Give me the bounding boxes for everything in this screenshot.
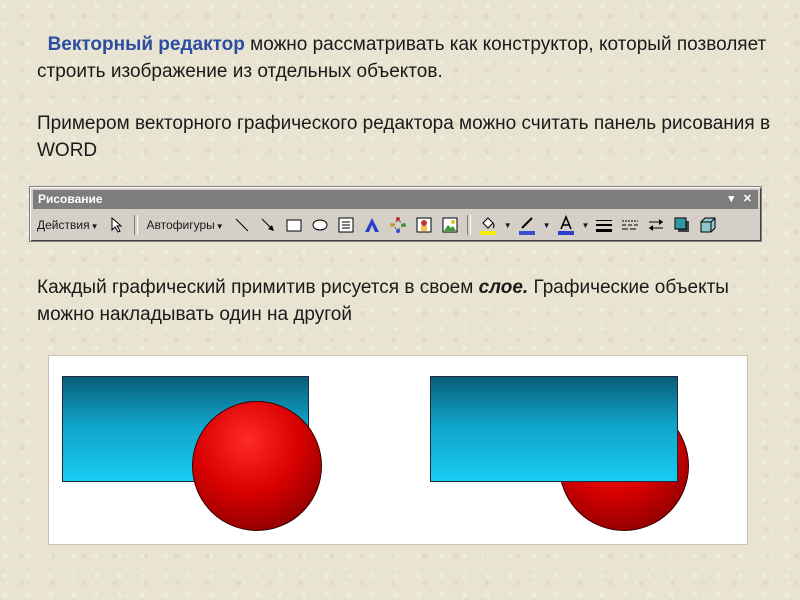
line-icon [235, 218, 249, 232]
toolbar-title: Рисование [38, 192, 103, 206]
vector-editor-term: Векторный редактор [47, 34, 245, 55]
font-color-dropdown-icon[interactable]: ▼ [582, 221, 590, 230]
layer-term: слое. [478, 277, 529, 298]
intro-paragraph: Векторный редактор можно рассматривать к… [37, 31, 787, 85]
textbox-button[interactable] [335, 214, 357, 236]
font-color-button[interactable] [555, 214, 577, 236]
toolbar-buttons-row: Действия▼ Автофигуры▼ ▼ ▼ ▼ [34, 213, 757, 237]
layer-overlap-illustration [48, 355, 748, 545]
picture-icon [442, 217, 458, 233]
oval-icon [312, 219, 328, 231]
right-rectangle [430, 376, 678, 482]
layers-paragraph-text-1: Каждый графический примитив рисуется в с… [37, 277, 479, 298]
diagram-button[interactable] [387, 214, 409, 236]
textbox-icon [338, 217, 354, 233]
toolbar-title-bar[interactable]: Рисование ▾ ✕ [33, 190, 758, 209]
drawing-toolbar: Рисование ▾ ✕ Действия▼ Автофигуры▼ ▼ ▼ … [29, 186, 762, 242]
oval-button[interactable] [309, 214, 331, 236]
close-icon[interactable]: ✕ [743, 190, 752, 209]
dropdown-arrow-icon: ▼ [90, 222, 99, 231]
line-style-button[interactable] [593, 214, 615, 236]
clipart-button[interactable] [413, 214, 435, 236]
brush-icon [518, 217, 535, 235]
actions-menu-label: Действия [37, 218, 90, 232]
wordart-button[interactable] [361, 214, 383, 236]
pointer-arrow-icon [111, 217, 122, 233]
line-button[interactable] [231, 214, 253, 236]
3d-cube-icon [700, 217, 716, 233]
dash-style-icon [622, 220, 639, 230]
fill-color-dropdown-icon[interactable]: ▼ [504, 221, 512, 230]
3d-style-button[interactable] [697, 214, 719, 236]
dash-style-button[interactable] [619, 214, 641, 236]
font-color-icon [557, 215, 574, 235]
toolbar-separator [466, 215, 471, 235]
toolbar-options-icon[interactable]: ▾ [728, 190, 734, 209]
arrow-button[interactable] [257, 214, 279, 236]
dropdown-arrow-icon: ▼ [215, 222, 224, 231]
arrow-style-button[interactable] [645, 214, 667, 236]
clipart-icon [416, 217, 432, 233]
insert-picture-button[interactable] [439, 214, 461, 236]
arrow-style-icon [649, 219, 664, 231]
toolbar-separator [133, 215, 138, 235]
fill-color-button[interactable] [477, 214, 499, 236]
autoshapes-menu-button[interactable]: Автофигуры▼ [144, 218, 227, 232]
rectangle-icon [286, 219, 302, 232]
paint-bucket-icon [479, 217, 496, 235]
rectangle-button[interactable] [283, 214, 305, 236]
actions-menu-button[interactable]: Действия▼ [34, 218, 102, 232]
layers-paragraph: Каждый графический примитив рисуется в с… [37, 274, 787, 328]
line-color-dropdown-icon[interactable]: ▼ [543, 221, 551, 230]
diagram-icon [389, 217, 406, 233]
select-arrow-button[interactable] [106, 214, 128, 236]
arrow-icon [261, 218, 274, 231]
left-circle [192, 401, 322, 531]
example-paragraph: Примером векторного графического редакто… [37, 113, 771, 161]
autoshapes-menu-label: Автофигуры [146, 218, 215, 232]
line-color-button[interactable] [516, 214, 538, 236]
shadow-icon [674, 217, 690, 232]
shadow-style-button[interactable] [671, 214, 693, 236]
wordart-icon [364, 218, 379, 232]
line-style-icon [596, 220, 613, 232]
